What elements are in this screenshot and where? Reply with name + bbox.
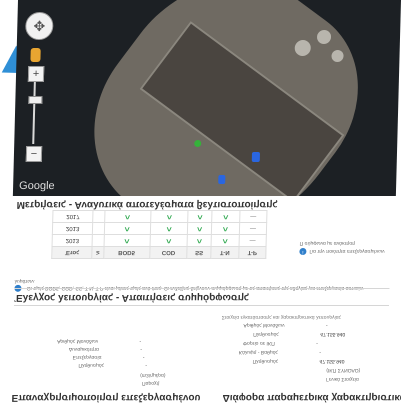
stat-row: Κάλυψη - Βαθμός -	[239, 349, 321, 355]
stat-label: Αριθμός Μονάδων	[56, 338, 99, 344]
stat-row: Πληθυσμός -	[78, 362, 147, 368]
stat-value: -	[325, 322, 328, 328]
spacer-cell	[93, 210, 105, 223]
compliance-chevron-icon: ^	[150, 210, 189, 223]
zoom-in-button[interactable]: +	[27, 66, 45, 82]
no-data-dash: —	[238, 234, 267, 247]
compliance-chevron-icon: ^	[187, 222, 212, 235]
measurements-section-title: Μετρήσεις - Αναλυτικά αποτελέσματα βελτι…	[16, 199, 278, 210]
table-header-cell: ≥	[92, 246, 104, 259]
spacer-cell	[92, 234, 104, 247]
table-row: 2013 ^ ^ ^ ^ —	[52, 234, 267, 247]
stat-unit: (m3/ημέρα)	[140, 372, 166, 378]
compliance-chevron-icon: ^	[103, 234, 151, 247]
stat-unit: (ΙΚΠ ΣΥΝΟΛΟ)	[326, 367, 361, 373]
legend-label: Π σύμφωνα με ανάκτηση	[299, 240, 356, 246]
year-cell: 2013	[52, 222, 94, 235]
stat-value: 47.155.940	[319, 358, 345, 364]
satellite-map[interactable]: ✥ + − Google	[12, 0, 401, 196]
compliance-chevron-icon: ^	[150, 222, 189, 235]
stat-row: Πληθυσμός 47.155.940	[253, 331, 345, 337]
stat-value: -	[319, 349, 322, 355]
stats-header: Στοιχεία εγκατάστασης και χαρακτηριστικά…	[221, 314, 342, 320]
compass-pan-icon[interactable]: ✥	[24, 12, 54, 40]
stat-value: -	[316, 340, 319, 346]
year-cell: 2013	[52, 234, 93, 247]
stat-label: Πληθυσμός	[253, 331, 279, 337]
compliance-chevron-icon: ^	[104, 210, 151, 223]
stat-row: Δυναμικότητα -	[69, 346, 142, 352]
zoom-slider-handle[interactable]	[28, 96, 43, 104]
legend-item: i Για την ποιότητα επεξεργασμένων	[299, 248, 389, 255]
no-data-dash: —	[239, 210, 267, 223]
compliance-chevron-icon: ^	[211, 210, 240, 223]
monitoring-point-blue-marker[interactable]	[251, 152, 261, 162]
report-page: ✥ + − Google Μετρήσεις - Αναλυτικά αποτε…	[7, 0, 401, 409]
compliance-chevron-icon: ^	[211, 222, 240, 235]
table-row: 2013 ^ ^ ^ ^ —	[52, 222, 267, 235]
reuse-section-title: Επαναχρησιμοποίηση επεξεργασμένου	[11, 392, 201, 403]
parameters-section-title: Διάφορα παραμετρικά χαρακτηριστικά	[222, 392, 401, 403]
compliance-chevron-icon: ^	[103, 222, 151, 235]
measurements-table: Έτος ≥ BOD5 COD SS T-N T-P 2013 ^ ^ ^ ^ …	[51, 210, 268, 259]
table-header-cell: SS	[187, 246, 212, 259]
stat-label: Πληθυσμός	[78, 362, 105, 368]
stat-row: Επεξεργασία -	[73, 354, 145, 360]
stat-label: Αριθμός Μονάδων	[243, 322, 285, 328]
stat-value: -	[140, 346, 143, 352]
stat-value: -	[145, 362, 148, 368]
stat-heading: Γενικά Στοιχεία	[325, 376, 359, 382]
stat-value: -	[139, 338, 142, 344]
table-row: 2017 ^ ^ ^ ^ —	[52, 210, 267, 223]
table-header-cell: BOD5	[103, 246, 150, 259]
stat-label: Πληθυσμός	[252, 358, 279, 364]
google-logo: Google	[18, 180, 55, 192]
legend-label: Για την ποιότητα επεξεργασμένων	[309, 248, 385, 255]
table-header-cell: COD	[149, 246, 188, 259]
pollution-control-section-title: Έλεγχος λειτουργίας - Απαιτήσεις συμμόρφ…	[14, 292, 250, 303]
stat-label: Δυναμικότητα	[68, 346, 100, 352]
zoom-out-button[interactable]: −	[25, 146, 43, 162]
measurement-note: Οι τιμές BOD5, COD, SS, T-N, T-P είναι μ…	[14, 277, 384, 292]
info-icon[interactable]: i	[299, 248, 307, 255]
compliance-chevron-icon: ^	[211, 234, 240, 247]
year-cell: 2017	[52, 210, 94, 223]
zoom-slider-track[interactable]	[32, 82, 36, 144]
table-header-row: Έτος ≥ BOD5 COD SS T-N T-P	[51, 246, 267, 259]
stat-label: Επεξεργασία	[72, 354, 102, 360]
table-header-cell: Έτος	[51, 246, 93, 259]
pegman-icon[interactable]	[30, 48, 41, 62]
compliance-chevron-icon: ^	[188, 210, 212, 223]
section-divider	[14, 288, 390, 289]
stat-row: Αριθμός Μονάδων -	[243, 322, 327, 328]
monitoring-point-blue-marker-2[interactable]	[218, 175, 226, 184]
stat-label: Φορτίο σε ΙΚΠ	[242, 340, 275, 346]
compliance-chevron-icon: ^	[187, 234, 212, 247]
table-header-cell: T-N	[210, 246, 239, 259]
spacer-cell	[92, 222, 105, 235]
stat-row: Αριθμός Μονάδων -	[57, 338, 141, 344]
legend-item: Π σύμφωνα με ανάκτηση	[300, 240, 390, 246]
stat-value: -	[142, 354, 145, 360]
compliance-chevron-icon: ^	[149, 234, 188, 247]
stat-heading: Παροχή	[141, 380, 160, 386]
stat-row: Πληθυσμός 47.155.940	[252, 358, 344, 364]
section-divider	[13, 305, 390, 306]
table-legend: i Για την ποιότητα επεξεργασμένων Π σύμφ…	[299, 238, 389, 255]
stat-label: Κάλυψη - Βαθμός	[238, 349, 279, 355]
stat-value: 47.155.940	[320, 331, 346, 337]
stat-row: Φορτίο σε ΙΚΠ -	[243, 340, 318, 346]
table-header-cell: T-P	[238, 246, 267, 259]
note-text: Οι τιμές BOD5, COD, SS, T-N, T-P είναι μ…	[14, 278, 364, 291]
no-data-dash: —	[239, 222, 267, 235]
